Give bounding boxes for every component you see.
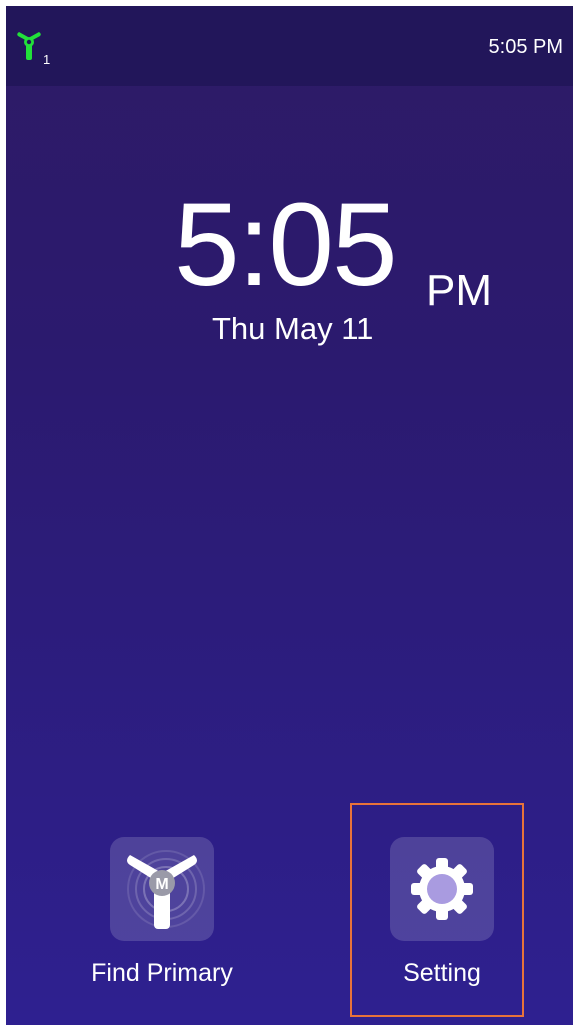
clock-widget[interactable]: 5:05 PM bbox=[174, 179, 492, 315]
status-time: 5:05 PM bbox=[488, 36, 563, 58]
find-primary-tile[interactable]: M bbox=[110, 837, 214, 941]
find-primary-icon: M bbox=[127, 850, 205, 929]
svg-text:M: M bbox=[155, 876, 168, 893]
app-find-primary-label: Find Primary bbox=[91, 959, 233, 987]
tri-blade-network-icon bbox=[17, 32, 41, 60]
app-find-primary[interactable]: M Find Primary bbox=[62, 837, 262, 988]
status-bar: 1 5:05 PM bbox=[6, 6, 573, 86]
clock-time: 5:05 bbox=[174, 179, 398, 311]
selection-highlight bbox=[350, 803, 524, 1017]
clock-ampm: PM bbox=[426, 266, 492, 315]
home-screen: 1 5:05 PM 5:05 PM Thu May 11 M Find Prim… bbox=[6, 6, 573, 1025]
clock-date: Thu May 11 bbox=[212, 311, 374, 346]
network-index: 1 bbox=[43, 52, 51, 67]
